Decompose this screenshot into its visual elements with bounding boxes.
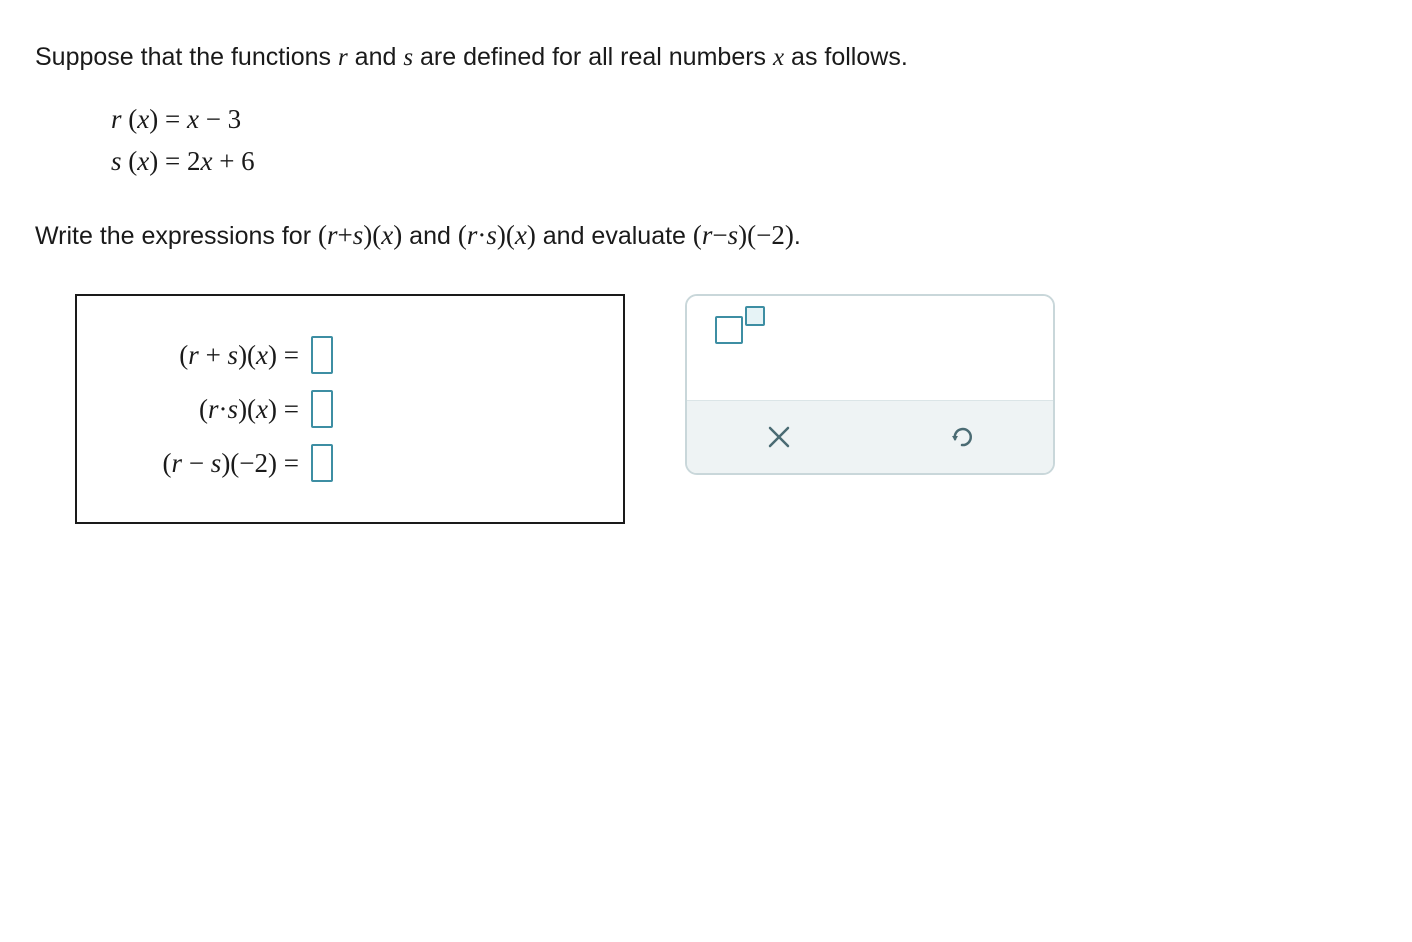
task-text-3: and evaluate — [536, 222, 693, 250]
exponent-sup-icon — [745, 306, 765, 326]
var-r: r — [338, 44, 348, 71]
definition-s: s (x) = 2x + 6 — [111, 141, 1377, 183]
task-text-4: . — [794, 222, 801, 250]
answer-row-prod: (r·s)(x) = — [107, 390, 593, 428]
answer-label-sum: (r + s)(x) = — [179, 340, 299, 371]
intro-text-1: Suppose that the functions — [35, 43, 338, 71]
problem-task: Write the expressions for (r+s)(x) and (… — [35, 217, 1377, 255]
expr-diff: (r−s)(−2) — [693, 220, 794, 250]
undo-button[interactable] — [870, 401, 1053, 473]
expr-sum: (r+s)(x) — [318, 220, 402, 250]
intro-text-3: are defined for all real numbers — [413, 43, 773, 71]
task-text-2: and — [402, 222, 458, 250]
definition-r: r (x) = x − 3 — [111, 99, 1377, 141]
exponent-tool[interactable] — [715, 316, 765, 344]
tool-actions — [687, 400, 1053, 473]
answer-row-sum: (r + s)(x) = — [107, 336, 593, 374]
answer-input-sum[interactable] — [311, 336, 333, 374]
problem-intro: Suppose that the functions r and s are d… — [35, 40, 1377, 75]
intro-text-4: as follows. — [784, 43, 908, 71]
answer-label-prod: (r·s)(x) = — [199, 394, 299, 425]
task-text-1: Write the expressions for — [35, 222, 318, 250]
undo-icon — [948, 423, 976, 451]
answer-input-diff[interactable] — [311, 444, 333, 482]
clear-button[interactable] — [687, 401, 870, 473]
intro-text-2: and — [348, 43, 404, 71]
answer-row-diff: (r − s)(−2) = — [107, 444, 593, 482]
var-x: x — [773, 44, 784, 71]
tool-panel — [685, 294, 1055, 475]
close-icon — [765, 423, 793, 451]
var-s: s — [403, 44, 413, 71]
answer-label-diff: (r − s)(−2) = — [163, 448, 299, 479]
answer-box: (r + s)(x) = (r·s)(x) = (r − s)(−2) = — [75, 294, 625, 524]
expr-prod: (r·s)(x) — [458, 220, 536, 250]
exponent-base-icon — [715, 316, 743, 344]
function-definitions: r (x) = x − 3 s (x) = 2x + 6 — [111, 99, 1377, 183]
answer-input-prod[interactable] — [311, 390, 333, 428]
tool-palette — [687, 296, 1053, 400]
